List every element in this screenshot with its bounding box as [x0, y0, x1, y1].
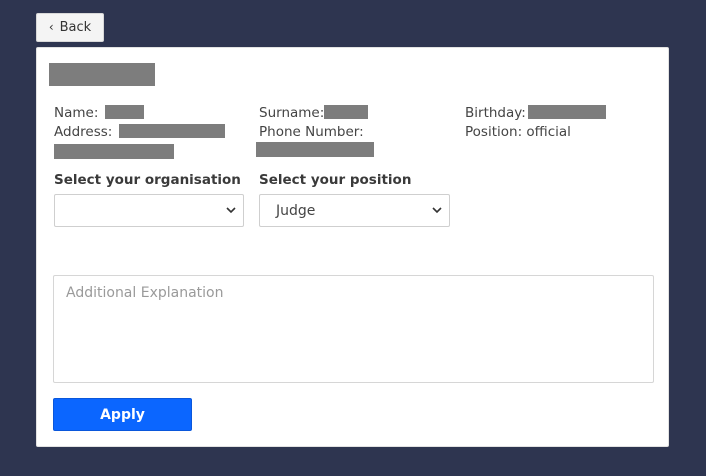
- position-select-label: Select your position: [259, 172, 412, 188]
- address-label: Address:: [54, 124, 113, 140]
- explanation-textarea[interactable]: [53, 275, 654, 383]
- chevron-down-icon: [432, 207, 442, 214]
- back-button-label: Back: [59, 20, 92, 35]
- application-card: Name: Address: Surname: Phone Number: Bi…: [36, 47, 669, 447]
- apply-button-label: Apply: [100, 406, 145, 423]
- address-row: Address:: [54, 123, 225, 142]
- phone-row: Phone Number:: [259, 123, 364, 142]
- chevron-down-icon: [226, 207, 236, 214]
- chevron-left-icon: ‹: [48, 20, 54, 34]
- organisation-label: Select your organisation: [54, 172, 241, 188]
- redacted-name: [104, 105, 144, 119]
- back-button[interactable]: ‹ Back: [36, 13, 104, 42]
- redacted-address: [118, 124, 225, 138]
- position-label: Position:: [465, 124, 523, 140]
- redacted-title: [49, 63, 155, 86]
- redacted-birthday: [527, 105, 606, 119]
- birthday-row: Birthday:: [465, 104, 606, 123]
- redacted-phone: [256, 142, 374, 157]
- position-value: official: [526, 124, 571, 140]
- redacted-surname: [324, 105, 369, 119]
- surname-label: Surname:: [259, 105, 325, 121]
- apply-button[interactable]: Apply: [53, 398, 192, 431]
- name-row: Name:: [54, 104, 144, 123]
- phone-label: Phone Number:: [259, 124, 364, 140]
- position-select-value: Judge: [276, 202, 316, 219]
- name-label: Name:: [54, 105, 99, 121]
- surname-row: Surname:: [259, 104, 369, 123]
- organisation-select[interactable]: [54, 194, 244, 227]
- position-row: Position: official: [465, 123, 571, 142]
- position-select[interactable]: Judge: [259, 194, 450, 227]
- birthday-label: Birthday:: [465, 105, 526, 121]
- redacted-address-line2: [54, 144, 174, 159]
